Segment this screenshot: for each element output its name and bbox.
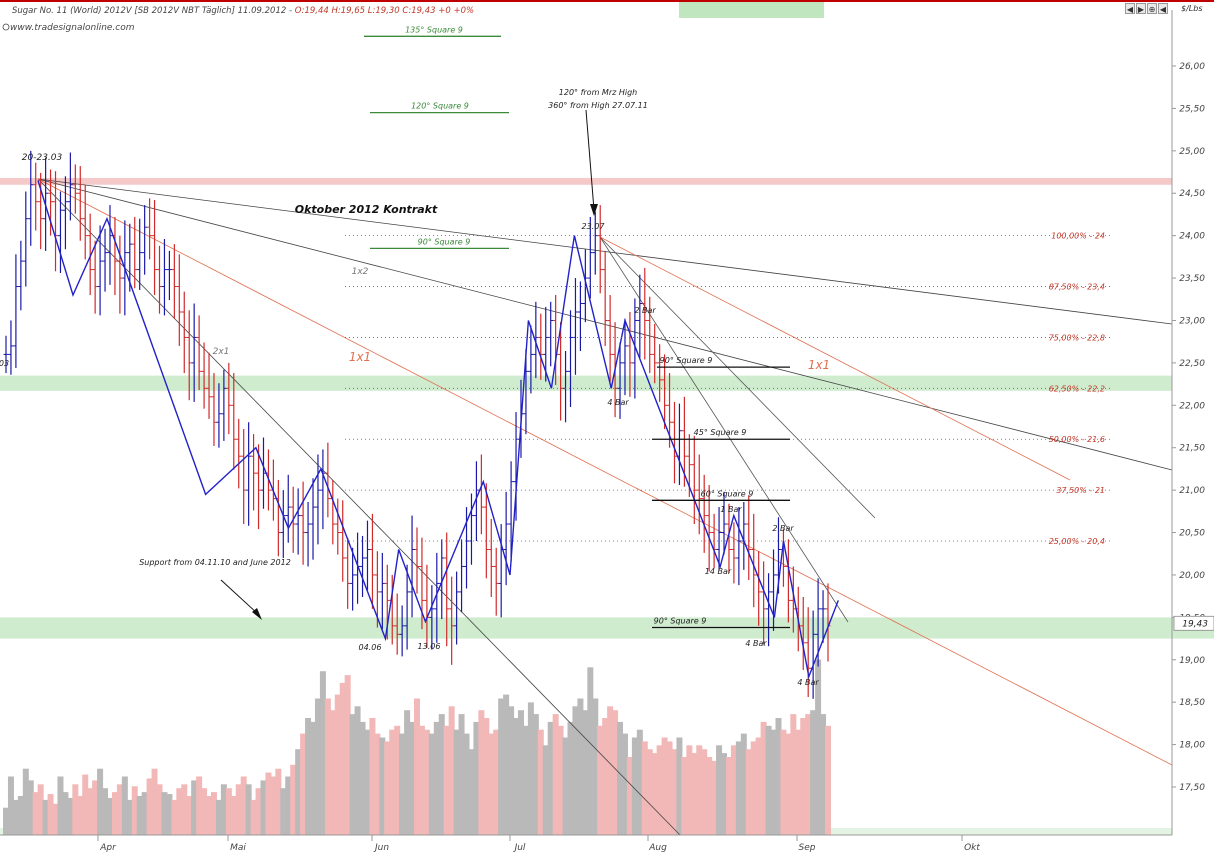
y-tick-label: 24,00: [1179, 232, 1205, 242]
y-tick-label: 24,50: [1179, 189, 1205, 199]
chart-annotation: 20-23.03: [22, 153, 63, 163]
chart-annotation: 1x1: [349, 350, 371, 364]
y-tick-label: 25,50: [1179, 104, 1205, 114]
y-tick-label: 21,50: [1179, 444, 1205, 454]
y-tick-label: 19,00: [1179, 656, 1205, 666]
y-tick-label: 22,00: [1179, 401, 1205, 411]
chart-annotation: 120° from Mrz High: [559, 88, 637, 97]
y-tick-label: 17,50: [1179, 783, 1205, 793]
chart-annotation: Support from 04.11.10 and June 2012: [139, 558, 291, 567]
page-left-button[interactable]: ◀: [1158, 3, 1168, 14]
volume-bar: [825, 725, 831, 835]
chart-annotation: 1x2: [352, 267, 369, 277]
chart-annotation: 4 Bar: [607, 398, 629, 407]
chart-container: 100,00% - 24 87,50% - 23,4 75,00% - 22,8 62…: [0, 0, 1214, 863]
chart-annotation: Oktober 2012 Kontrakt: [295, 203, 438, 216]
y-tick-label: 26,00: [1179, 62, 1205, 72]
y-tick-label: 23,00: [1179, 316, 1205, 326]
y-axis-unit: $/Lbs: [1181, 4, 1203, 13]
zoom-button[interactable]: ⊕: [1147, 3, 1157, 14]
y-tick-label: 25,00: [1179, 147, 1205, 157]
fib-level-label: 62,50% - 22,2: [1049, 384, 1105, 393]
square9-label: 60° Square 9: [701, 489, 754, 498]
y-tick-label: 18,00: [1179, 741, 1205, 751]
fib-level-label: 75,00% - 22,8: [1049, 333, 1105, 342]
chart-annotation: 2x1: [213, 347, 230, 357]
chart-annotation: 23.07: [582, 222, 606, 231]
fib-level-label: 25,00% - 20,4: [1049, 537, 1105, 546]
square9-label: 45° Square 9: [694, 428, 747, 437]
fib-level-label: 87,50% - 23,4: [1049, 283, 1105, 292]
y-tick-label: 23,50: [1179, 274, 1205, 284]
square9-label: 90° Square 9: [418, 237, 471, 246]
scroll-right-button[interactable]: ▶: [1136, 3, 1146, 14]
chart-annotation: 04.06: [359, 643, 382, 652]
change-value: +0 +0%: [438, 6, 474, 16]
x-tick-label: Jun: [373, 843, 389, 853]
header-green-marker: [679, 0, 824, 18]
chart-annotation: 1x1: [808, 358, 830, 372]
chart-annotation: 13.06: [418, 642, 441, 651]
x-tick-label: Mai: [230, 843, 246, 853]
square9-label: 135° Square 9: [405, 25, 463, 34]
chart-annotation: 4 Bar: [797, 678, 819, 687]
zone-support: [0, 617, 1172, 639]
y-tick-label: 20,00: [1179, 571, 1205, 581]
header-top-rule: [0, 0, 1214, 2]
chart-annotation: 360° from High 27.07.11: [548, 101, 648, 110]
chart-title: Sugar No. 11 (World) 2012V [SB 2012V NBT…: [12, 6, 474, 16]
fib-level-label: 50,00% - 21,6: [1049, 435, 1105, 444]
y-tick-label: 22,50: [1179, 359, 1205, 369]
scroll-left-button[interactable]: ◀: [1125, 3, 1135, 14]
fib-level-label: 37,50% - 21: [1056, 486, 1105, 495]
x-tick-label: Aug: [648, 843, 667, 853]
fib-level-label: 100,00% - 24: [1051, 232, 1105, 241]
price-label-text: 19,43: [1182, 619, 1208, 629]
square9-label: 90° Square 9: [660, 356, 713, 365]
x-tick-label: Sep: [799, 843, 816, 853]
chart-annotation: 1 Bar: [720, 505, 742, 514]
x-tick-label: Apr: [99, 843, 117, 853]
chart-annotation: 2 Bar: [772, 524, 794, 533]
square9-label: 120° Square 9: [411, 102, 469, 111]
chart-annotation: 03: [0, 359, 9, 368]
chart-annotation: 2 Bar: [634, 306, 656, 315]
zone-resistance: [0, 177, 1172, 185]
x-tick-label: Jul: [513, 843, 526, 853]
square9-label: 90° Square 9: [654, 617, 707, 626]
y-tick-label: 18,50: [1179, 698, 1205, 708]
y-tick-label: 21,00: [1179, 486, 1205, 496]
ohlc-values: O:19,44 H:19,65 L:19,30 C:19,43: [295, 6, 439, 16]
x-tick-label: Okt: [964, 843, 980, 853]
website-text: www.tradesignalonline.com: [10, 23, 135, 33]
price-chart[interactable]: 100,00% - 24 87,50% - 23,4 75,00% - 22,8 62…: [0, 0, 1214, 863]
chart-annotation: 14 Bar: [705, 567, 732, 576]
chart-annotation: 4 Bar: [745, 639, 767, 648]
y-tick-label: 20,50: [1179, 529, 1205, 539]
